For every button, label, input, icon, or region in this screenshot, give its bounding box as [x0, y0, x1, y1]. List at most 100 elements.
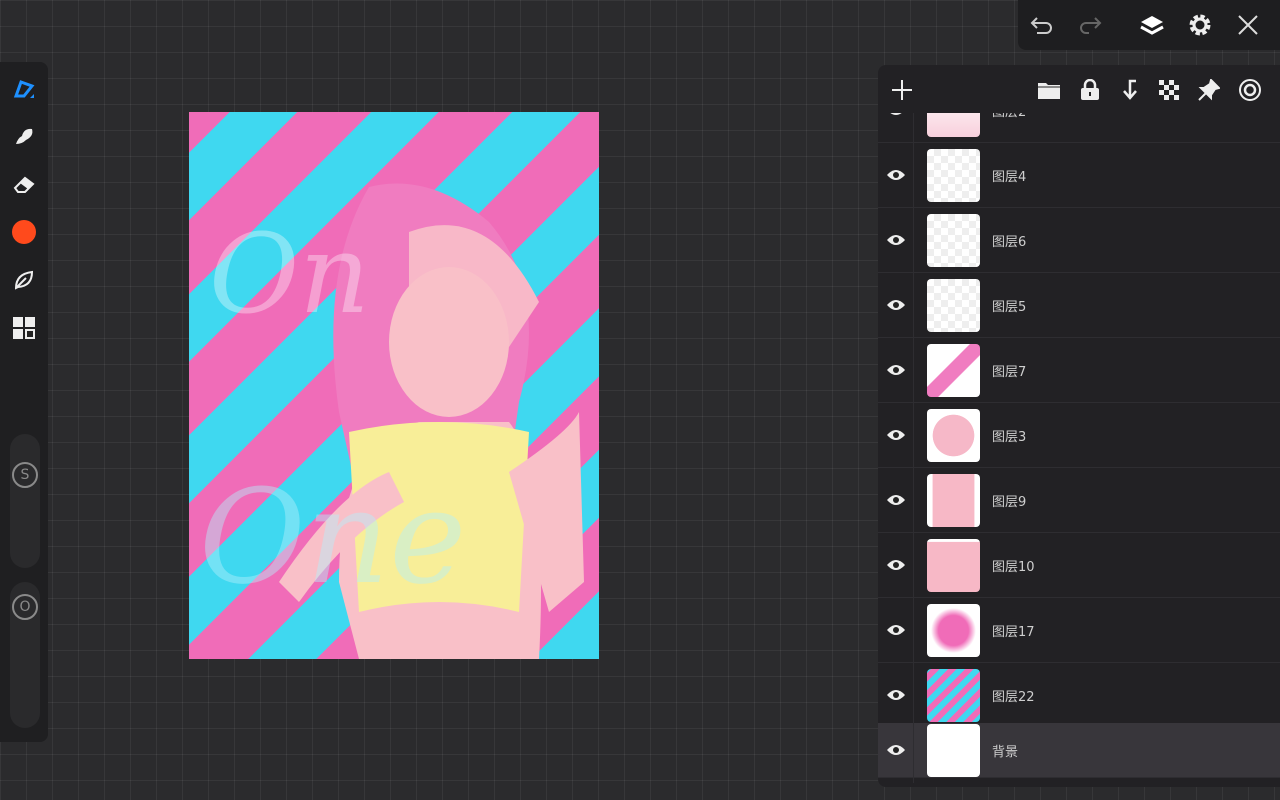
merge-down-button[interactable]: [1115, 75, 1145, 105]
svg-text:On: On: [209, 210, 370, 338]
eye-icon: [886, 560, 905, 570]
layer-name: 图层3: [992, 429, 1027, 445]
eye-icon: [886, 625, 905, 635]
layer-thumbnail: [927, 603, 980, 657]
layer-thumbnail: [927, 473, 980, 527]
visibility-toggle[interactable]: [878, 113, 914, 143]
eye-icon: [886, 430, 905, 440]
layer-thumbnail: [927, 113, 980, 137]
layer-name: 图层9: [992, 494, 1027, 510]
layer-name: 图层22: [992, 689, 1035, 705]
top-bar: [1018, 0, 1280, 50]
close-button[interactable]: [1224, 5, 1272, 45]
layer-name: 图层4: [992, 169, 1027, 185]
gallery-tool[interactable]: [8, 312, 40, 344]
brush-tool[interactable]: [8, 72, 40, 104]
layer-row[interactable]: 图层2: [878, 113, 1280, 143]
leaf-icon: [14, 270, 34, 290]
smudge-tool[interactable]: [8, 120, 40, 152]
visibility-toggle[interactable]: [878, 207, 914, 273]
artwork: On One: [199, 183, 584, 659]
eye-icon: [886, 300, 905, 310]
layer-thumbnail: [927, 538, 980, 592]
undo-icon: [1030, 17, 1052, 34]
layers-panel: 图层2 图层4 图层6 图层5 图层7 图层3 图层9 图层10 图层17 图层…: [878, 65, 1280, 787]
layer-row[interactable]: 图层17: [878, 597, 1280, 663]
color-button[interactable]: [8, 216, 40, 248]
eye-icon: [886, 365, 905, 375]
visibility-toggle[interactable]: [878, 142, 914, 208]
smudge-icon: [16, 128, 33, 144]
eraser-tool[interactable]: [8, 168, 40, 200]
svg-text:One: One: [199, 461, 466, 613]
layer-thumbnail: [927, 343, 980, 397]
color-swatch: [12, 220, 36, 244]
undo-button[interactable]: [1018, 5, 1066, 45]
gear-icon: [1189, 14, 1211, 36]
lock-icon: [1081, 79, 1099, 100]
pin-icon: [1198, 79, 1220, 101]
opacity-slider[interactable]: O: [10, 582, 40, 728]
settings-button[interactable]: [1176, 5, 1224, 45]
layer-thumbnail: [927, 408, 980, 462]
eye-icon: [889, 113, 902, 115]
layer-name: 图层2: [992, 113, 1026, 120]
layer-row[interactable]: 图层4: [878, 142, 1280, 208]
eye-icon: [886, 745, 905, 755]
layer-thumbnail: [927, 278, 980, 332]
layer-row[interactable]: 图层3: [878, 402, 1280, 468]
visibility-toggle[interactable]: [878, 467, 914, 533]
redo-button[interactable]: [1066, 5, 1114, 45]
grid-icon: [13, 317, 35, 339]
folder-button[interactable]: [1034, 75, 1064, 105]
layer-name: 背景: [992, 744, 1019, 760]
layer-row[interactable]: 背景: [878, 717, 1280, 783]
eye-icon: [886, 495, 905, 505]
target-button[interactable]: [1235, 75, 1265, 105]
layer-row[interactable]: 图层6: [878, 207, 1280, 273]
eraser-icon: [13, 176, 35, 193]
layer-list[interactable]: 图层2 图层4 图层6 图层5 图层7 图层3 图层9 图层10 图层17 图层…: [878, 113, 1280, 787]
layer-thumbnail: [927, 213, 980, 267]
layer-thumbnail: [927, 668, 980, 722]
eye-icon: [886, 170, 905, 180]
brush-icon: [13, 80, 35, 98]
size-knob[interactable]: S: [12, 462, 38, 488]
visibility-toggle[interactable]: [878, 337, 914, 403]
layer-name: 图层10: [992, 559, 1035, 575]
visibility-toggle[interactable]: [878, 597, 914, 663]
folder-icon: [1038, 83, 1060, 99]
lock-button[interactable]: [1075, 75, 1105, 105]
layers-icon: [1140, 16, 1164, 35]
add-layer-button[interactable]: [887, 75, 917, 105]
pin-button[interactable]: [1194, 75, 1224, 105]
layers-panel-header: [878, 65, 1280, 115]
layer-name: 图层7: [992, 364, 1027, 380]
layer-row[interactable]: 图层9: [878, 467, 1280, 533]
redo-icon: [1080, 17, 1102, 34]
alpha-lock-icon: [1159, 80, 1179, 100]
layers-button[interactable]: [1128, 5, 1176, 45]
tool-sidebar: S O: [0, 62, 48, 742]
layer-name: 图层6: [992, 234, 1027, 250]
brush-size-slider[interactable]: S: [10, 434, 40, 568]
layer-thumbnail: [927, 723, 980, 777]
layer-row[interactable]: 图层22: [878, 662, 1280, 728]
alpha-lock-button[interactable]: [1154, 75, 1184, 105]
opacity-knob[interactable]: O: [12, 594, 38, 620]
merge-down-icon: [1123, 79, 1137, 100]
visibility-toggle[interactable]: [878, 532, 914, 598]
layer-thumbnail: [927, 148, 980, 202]
layer-row[interactable]: 图层10: [878, 532, 1280, 598]
eye-icon: [886, 690, 905, 700]
leaf-tool[interactable]: [8, 264, 40, 296]
layer-row[interactable]: 图层5: [878, 272, 1280, 338]
visibility-toggle[interactable]: [878, 717, 914, 783]
eye-icon: [886, 235, 905, 245]
layer-name: 图层5: [992, 299, 1027, 315]
visibility-toggle[interactable]: [878, 272, 914, 338]
add-icon: [892, 80, 912, 100]
layer-row[interactable]: 图层7: [878, 337, 1280, 403]
visibility-toggle[interactable]: [878, 402, 914, 468]
drawing-canvas[interactable]: On One: [189, 112, 599, 659]
